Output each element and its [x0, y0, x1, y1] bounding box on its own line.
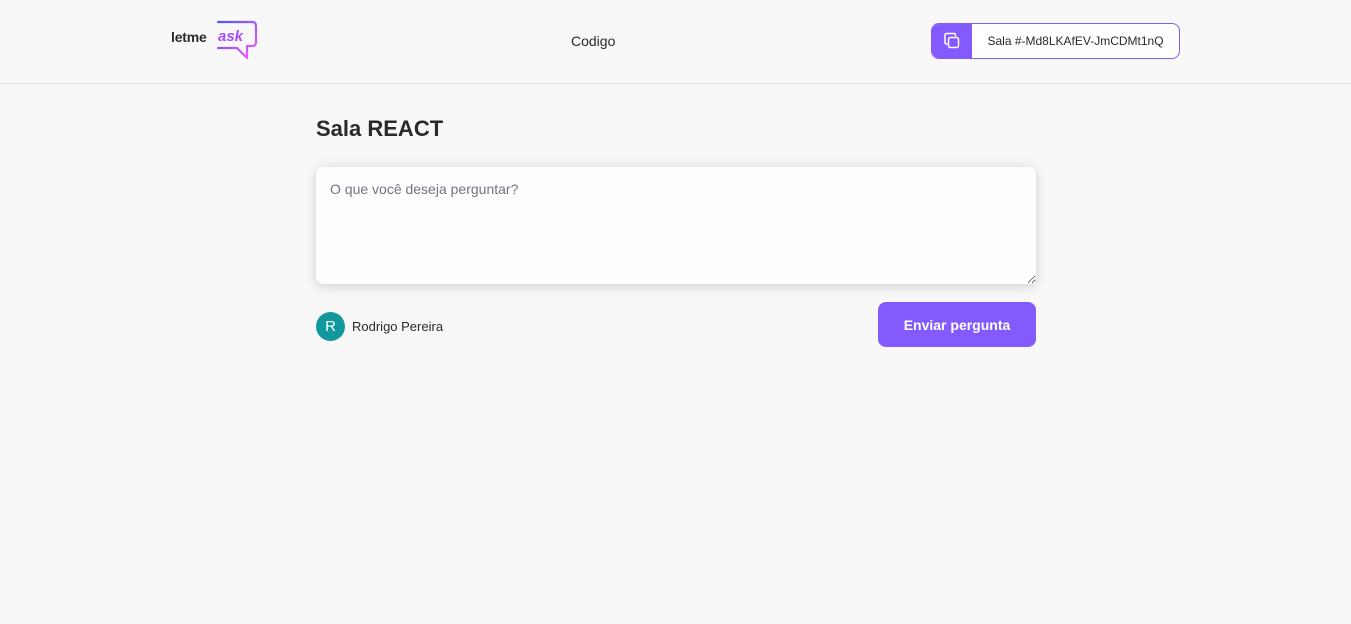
letmeask-logo[interactable]: letme ask	[171, 20, 261, 62]
send-question-button[interactable]: Enviar pergunta	[878, 302, 1036, 347]
code-label: Codigo	[571, 33, 616, 49]
room-code-copy-button[interactable]: Sala #-Md8LKAfEV-JmCDMt1nQ	[931, 23, 1180, 59]
room-title: Sala REACT	[316, 116, 444, 141]
logo-text-ask: ask	[218, 28, 244, 45]
logo-text-letme: letme	[171, 29, 207, 45]
page-header: letme ask Codigo Sala #-Md8LKAfEV-JmCDMt…	[0, 0, 1351, 84]
user-name: Rodrigo Pereira	[352, 319, 444, 334]
copy-icon	[944, 32, 960, 49]
user-info: R Rodrigo Pereira	[316, 312, 443, 341]
room-code-text: Sala #-Md8LKAfEV-JmCDMt1nQ	[987, 34, 1164, 48]
avatar: R	[316, 312, 345, 341]
room-code-icon-box[interactable]	[932, 24, 972, 58]
question-input[interactable]	[316, 167, 1036, 284]
